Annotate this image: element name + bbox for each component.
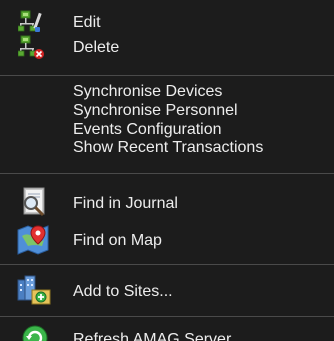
menu-item-find-in-journal[interactable]: Find in Journal (0, 187, 334, 217)
menu-item-label: Delete (73, 39, 120, 56)
menu-item-events-configuration[interactable]: Events Configuration (0, 120, 334, 140)
menu-item-add-to-sites[interactable]: Add to Sites... (0, 275, 334, 305)
network-delete-icon (18, 35, 44, 59)
map-pin-icon (17, 225, 49, 255)
menu-item-label: Synchronise Personnel (73, 102, 238, 119)
menu-item-edit[interactable]: Edit (0, 10, 334, 35)
menu-item-delete[interactable]: Delete (0, 35, 334, 60)
menu-separator (0, 316, 334, 317)
menu-separator (0, 75, 334, 76)
journal-search-icon (23, 187, 45, 217)
refresh-icon (22, 325, 48, 341)
menu-item-label: Find on Map (73, 232, 162, 249)
menu-item-refresh-amag-server[interactable]: Refresh AMAG Server (0, 325, 334, 341)
menu-item-label: Synchronise Devices (73, 83, 223, 100)
menu-separator (0, 173, 334, 174)
menu-item-label: Add to Sites... (73, 283, 173, 300)
menu-item-synchronise-personnel[interactable]: Synchronise Personnel (0, 101, 334, 121)
menu-item-label: Events Configuration (73, 121, 222, 138)
menu-item-label: Find in Journal (73, 195, 178, 212)
menu-item-find-on-map[interactable]: Find on Map (0, 225, 334, 255)
sites-add-icon (17, 275, 51, 305)
context-menu: Edit Delete Synchronise Devices Synchron… (0, 0, 334, 341)
menu-item-synchronise-devices[interactable]: Synchronise Devices (0, 82, 334, 102)
menu-separator (0, 264, 334, 265)
menu-item-label: Edit (73, 14, 101, 31)
network-edit-icon (18, 10, 42, 32)
menu-item-label: Refresh AMAG Server (73, 331, 232, 341)
menu-item-label: Show Recent Transactions (73, 139, 264, 156)
menu-item-show-recent-transactions[interactable]: Show Recent Transactions (0, 138, 334, 158)
